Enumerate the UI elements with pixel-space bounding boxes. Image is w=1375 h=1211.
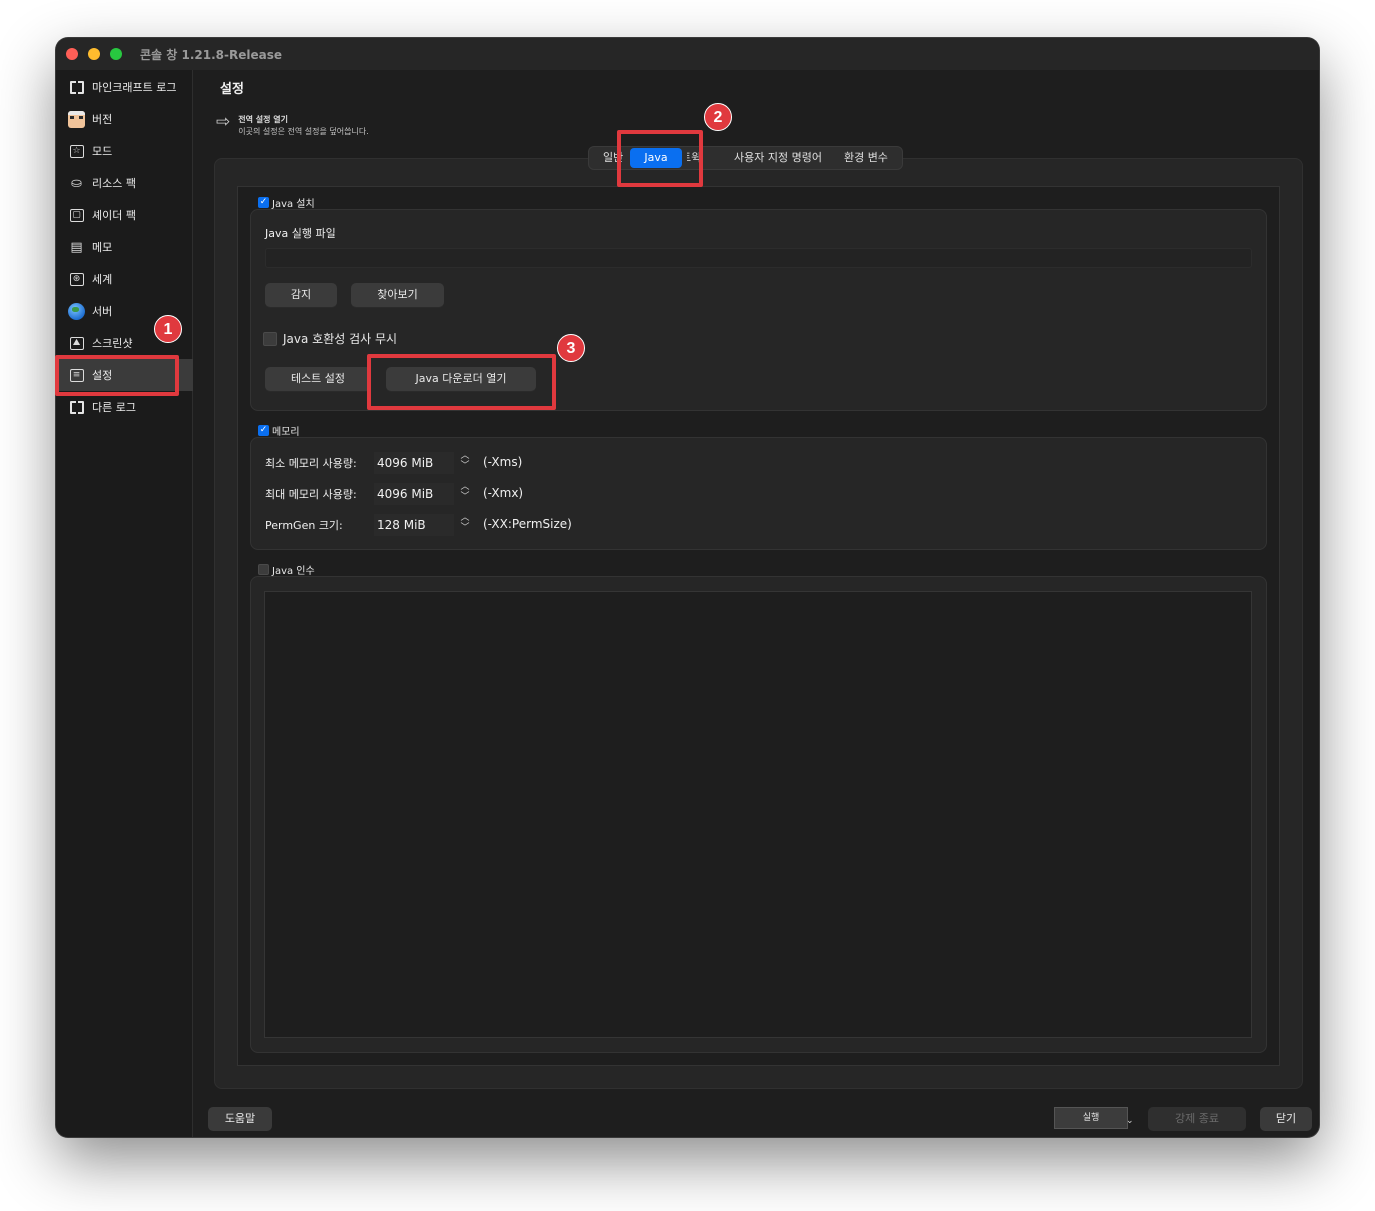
- checkmark-icon: ✓: [258, 197, 269, 208]
- min-memory-flag: (-Xms): [483, 455, 523, 469]
- tab-custom-commands[interactable]: 사용자 지정 명령어: [723, 148, 833, 168]
- sidebar-item-label: 메모: [92, 241, 113, 254]
- highlight-box-java-tab: [617, 130, 703, 187]
- world-icon: ⊛: [68, 271, 85, 288]
- java-args-checkbox[interactable]: Java 인수: [258, 562, 315, 577]
- permgen-flag: (-XX:PermSize): [483, 517, 572, 531]
- image-icon: ⛰: [68, 335, 85, 352]
- ignore-compat-label: Java 호환성 검사 무시: [283, 332, 398, 346]
- book-icon: [68, 399, 85, 416]
- max-memory-label: 최대 메모리 사용량:: [265, 488, 357, 501]
- sidebar-item-mods[interactable]: ☆ 모드: [56, 135, 193, 167]
- memory-label: 메모리: [272, 427, 300, 438]
- global-settings-link[interactable]: ⇨ 전역 설정 열기 이곳의 설정은 전역 설정을 덮어씁니다.: [216, 114, 369, 137]
- global-settings-title: 전역 설정 열기: [238, 115, 288, 124]
- annotation-badge-3: 3: [557, 334, 585, 362]
- java-install-checkbox[interactable]: ✓ Java 설치: [258, 195, 315, 210]
- sidebar-item-label: 세계: [92, 273, 113, 286]
- clipboard-icon: ▤: [70, 239, 83, 255]
- title-bar: 콘솔 창 1.21.8-Release: [56, 38, 1319, 70]
- detect-button[interactable]: 감지: [265, 283, 337, 307]
- sidebar-item-minecraft-log[interactable]: 마인크래프트 로그: [56, 71, 193, 103]
- tab-environment-variables[interactable]: 환경 변수: [833, 148, 899, 168]
- sidebar-item-label: 모드: [92, 145, 113, 158]
- close-button[interactable]: 닫기: [1260, 1107, 1312, 1131]
- highlight-box-settings: [55, 355, 179, 396]
- annotation-badge-2: 2: [704, 103, 732, 131]
- max-memory-stepper[interactable]: ︿ ﹀: [458, 482, 472, 506]
- max-memory-input[interactable]: 4096 MiB: [374, 483, 454, 505]
- sidebar: 마인크래프트 로그 버전 ☆ 모드 ⛀ 리소스 팩 ▢ 셰이더 팩 ▤ 메모 ⊛…: [56, 70, 193, 1137]
- annotation-badge-1: 1: [154, 315, 182, 343]
- chevron-down-icon[interactable]: ⌄: [1126, 1116, 1134, 1126]
- permgen-label: PermGen 크기:: [265, 519, 343, 532]
- memory-checkbox[interactable]: ✓ 메모리: [258, 423, 300, 438]
- global-settings-desc: 이곳의 설정은 전역 설정을 덮어씁니다.: [238, 127, 369, 136]
- java-path-input[interactable]: [265, 248, 1252, 268]
- min-memory-input[interactable]: 4096 MiB: [374, 452, 454, 474]
- kill-button[interactable]: 강제 종료: [1148, 1107, 1246, 1131]
- cube-icon: ▢: [68, 207, 85, 224]
- checkbox-box: [263, 331, 277, 346]
- sidebar-item-label: 셰이더 팩: [92, 209, 136, 222]
- sidebar-item-label: 서버: [92, 305, 113, 318]
- package-icon: ⛀: [71, 175, 82, 191]
- help-button[interactable]: 도움말: [208, 1107, 272, 1131]
- zoom-window-button[interactable]: [110, 48, 122, 60]
- console-window: 콘솔 창 1.21.8-Release 마인크래프트 로그 버전 ☆ 모드 ⛀ …: [56, 38, 1319, 1137]
- min-memory-stepper[interactable]: ︿ ﹀: [458, 451, 472, 475]
- max-memory-flag: (-Xmx): [483, 486, 524, 500]
- star-box-icon: ☆: [68, 143, 85, 160]
- java-args-label: Java 인수: [272, 566, 315, 577]
- sidebar-item-resource-packs[interactable]: ⛀ 리소스 팩: [56, 167, 193, 199]
- globe-icon: [68, 302, 85, 320]
- book-icon: [68, 79, 85, 96]
- browse-button[interactable]: 찾아보기: [351, 283, 444, 307]
- highlight-box-downloader: [367, 354, 556, 410]
- sidebar-item-version[interactable]: 버전: [56, 103, 193, 135]
- close-window-button[interactable]: [66, 48, 78, 60]
- page-title: 설정: [220, 82, 244, 97]
- arrow-right-icon: ⇨: [216, 112, 231, 132]
- java-args-textarea[interactable]: [264, 591, 1252, 1038]
- ignore-compat-checkbox[interactable]: Java 호환성 검사 무시: [263, 330, 397, 347]
- launch-button[interactable]: 실행: [1054, 1107, 1128, 1129]
- permgen-stepper[interactable]: ︿ ﹀: [458, 513, 472, 537]
- java-executable-label: Java 실행 파일: [265, 227, 336, 240]
- sidebar-item-label: 버전: [92, 113, 113, 126]
- window-title: 콘솔 창 1.21.8-Release: [140, 48, 282, 62]
- java-install-label: Java 설치: [272, 199, 315, 210]
- minimize-window-button[interactable]: [88, 48, 100, 60]
- permgen-input[interactable]: 128 MiB: [374, 514, 454, 536]
- face-icon: [68, 110, 85, 128]
- min-memory-label: 최소 메모리 사용량:: [265, 457, 357, 470]
- sidebar-item-label: 마인크래프트 로그: [92, 81, 177, 94]
- test-settings-button[interactable]: 테스트 설정: [265, 367, 371, 391]
- sidebar-item-notes[interactable]: ▤ 메모: [56, 231, 193, 263]
- checkbox-box: [258, 564, 269, 575]
- sidebar-item-shader-packs[interactable]: ▢ 셰이더 팩: [56, 199, 193, 231]
- sidebar-item-label: 다른 로그: [92, 401, 136, 414]
- checkmark-icon: ✓: [258, 425, 269, 436]
- sidebar-item-label: 리소스 팩: [92, 177, 136, 190]
- sidebar-item-worlds[interactable]: ⊛ 세계: [56, 263, 193, 295]
- sidebar-item-label: 스크린샷: [92, 337, 133, 350]
